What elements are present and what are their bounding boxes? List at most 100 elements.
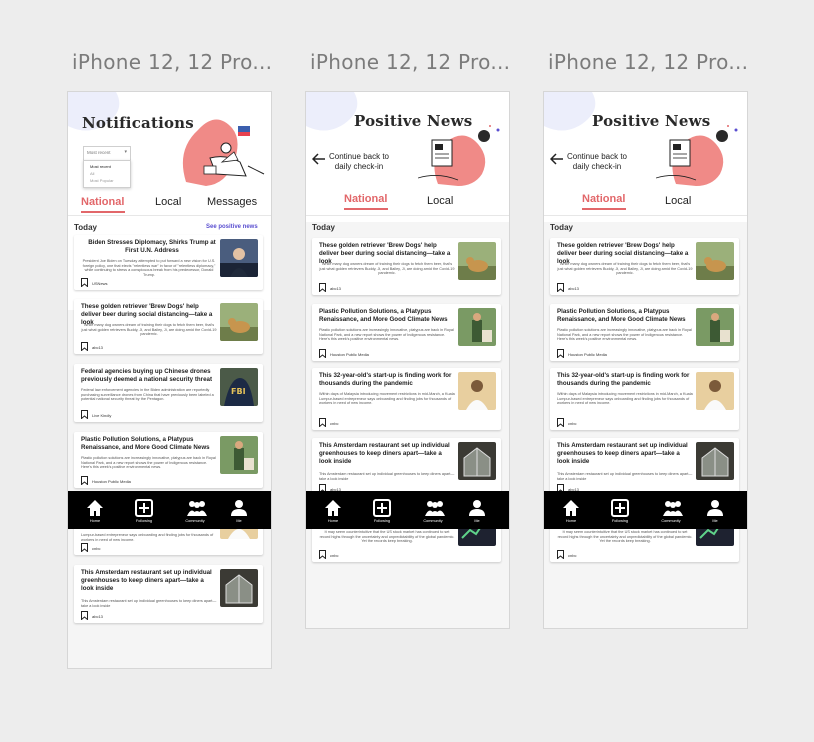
nav-community[interactable]: Community	[175, 491, 215, 529]
tab-local[interactable]: Local	[427, 195, 453, 207]
bookmark-icon[interactable]	[557, 349, 564, 358]
nav-home[interactable]: Home	[75, 491, 115, 529]
nav-label: Community	[661, 519, 681, 523]
illustration-person-reading	[418, 125, 500, 186]
bookmark-icon[interactable]	[557, 283, 564, 292]
news-card[interactable]: This Amsterdam restaurant set up individ…	[74, 565, 263, 623]
news-card[interactable]: These golden retriever 'Brew Dogs' help …	[312, 238, 501, 295]
phone-frame-positive-news: Positive News Continue back to daily che…	[305, 91, 510, 629]
nav-community[interactable]: Community	[413, 491, 453, 529]
bookmark-icon[interactable]	[319, 349, 326, 358]
card-headline: This Amsterdam restaurant set up individ…	[557, 442, 688, 465]
nav-following[interactable]: Following	[124, 491, 164, 529]
news-card[interactable]: These golden retriever 'Brew Dogs' help …	[550, 238, 739, 295]
nav-label: Me	[474, 519, 480, 523]
divider	[544, 215, 747, 216]
card-source: USNews	[92, 281, 108, 286]
news-card[interactable]: This Amsterdam restaurant set up individ…	[312, 438, 501, 496]
card-headline: Plastic Pollution Solutions, a Platypus …	[557, 308, 686, 323]
back-arrow-icon[interactable]	[550, 153, 564, 165]
card-body: This Amsterdam restaurant set up individ…	[557, 472, 693, 481]
tab-local[interactable]: Local	[665, 195, 691, 207]
nav-home[interactable]: Home	[551, 491, 591, 529]
card-headline: Plastic Pollution Solutions, a Platypus …	[319, 308, 448, 323]
bookmark-icon[interactable]	[557, 418, 564, 427]
nav-me[interactable]: Me	[219, 491, 259, 529]
sort-option-most-popular[interactable]: Most Popular	[90, 178, 114, 183]
bookmark-icon[interactable]	[319, 550, 326, 559]
bottom-nav: Home Following Community Me	[68, 491, 271, 529]
card-source: cnbc	[330, 421, 339, 426]
card-body: Lumpur-based entrepreneur says onboardin…	[81, 533, 214, 542]
nav-following[interactable]: Following	[600, 491, 640, 529]
see-positive-news-link[interactable]: See positive news	[206, 224, 258, 230]
card-headline: This 32-year-old's start-up is finding w…	[557, 372, 690, 387]
sort-menu: Most recent All Most Popular	[83, 160, 131, 188]
tab-national[interactable]: National	[81, 196, 124, 208]
thumb-plastic	[696, 308, 734, 346]
thumb-woman	[458, 372, 496, 410]
card-source: Houston Public Media	[568, 352, 607, 357]
news-card[interactable]: This 32-year-old's start-up is finding w…	[550, 368, 739, 430]
home-icon	[87, 500, 103, 516]
back-link[interactable]: Continue back to daily check-in	[328, 152, 390, 172]
news-card[interactable]: Federal agencies buying up Chinese drone…	[74, 364, 263, 422]
nav-label: Following	[135, 519, 153, 523]
card-source: abc13	[330, 286, 341, 291]
community-icon	[425, 501, 445, 516]
plus-square-icon	[135, 499, 153, 517]
back-link[interactable]: Continue back to daily check-in	[566, 152, 628, 172]
card-source: Houston Public Media	[92, 479, 131, 484]
frame-title: iPhone 12, 12 Pro...	[310, 50, 511, 74]
card-body: Within days of Malaysia introducing move…	[557, 392, 693, 406]
nav-me[interactable]: Me	[457, 491, 497, 529]
nav-me[interactable]: Me	[695, 491, 735, 529]
bookmark-icon[interactable]	[81, 410, 88, 419]
card-source: abc13	[92, 345, 103, 350]
thumb-dog	[458, 242, 496, 280]
bookmark-icon[interactable]	[81, 278, 88, 287]
thumb-fbi: FBI	[220, 368, 258, 406]
nav-label: Following	[611, 519, 629, 523]
bookmark-icon[interactable]	[319, 283, 326, 292]
bookmark-icon[interactable]	[81, 476, 88, 485]
nav-community[interactable]: Community	[651, 491, 691, 529]
nav-label: Home	[89, 519, 101, 523]
bottom-nav: Home Following Community Me	[544, 491, 747, 529]
tab-messages[interactable]: Messages	[207, 196, 257, 208]
bookmark-icon[interactable]	[81, 342, 88, 351]
sort-option-all[interactable]: All	[90, 171, 94, 176]
thumb-greenhouse	[458, 442, 496, 480]
card-source: Houston Public Media	[330, 352, 369, 357]
news-card[interactable]: This Amsterdam restaurant set up individ…	[550, 438, 739, 496]
thumb-greenhouse	[220, 569, 258, 607]
frame-title: iPhone 12, 12 Pro...	[548, 50, 749, 74]
card-source: cnbc	[330, 553, 339, 558]
nav-home[interactable]: Home	[313, 491, 353, 529]
nav-label: Me	[712, 519, 718, 523]
sort-option-most-recent[interactable]: Most recent	[90, 164, 111, 169]
thumb-plastic	[220, 436, 258, 474]
news-card[interactable]: These golden retriever 'Brew Dogs' help …	[74, 299, 263, 354]
bookmark-icon[interactable]	[81, 543, 88, 552]
tab-national[interactable]: National	[344, 193, 387, 205]
tab-local[interactable]: Local	[155, 196, 181, 208]
card-source: Live Kindly	[92, 413, 112, 418]
phone-frame-notifications: Notifications Most recent ▾ Most recent …	[67, 91, 272, 669]
community-icon	[663, 501, 683, 516]
news-card[interactable]: Plastic Pollution Solutions, a Platypus …	[312, 304, 501, 361]
news-card[interactable]: Plastic Pollution Solutions, a Platypus …	[550, 304, 739, 361]
divider	[68, 215, 271, 216]
illustration-person-reading	[656, 125, 738, 186]
news-card[interactable]: Plastic Pollution Solutions, a Platypus …	[74, 432, 263, 488]
bookmark-icon[interactable]	[319, 418, 326, 427]
thumb-woman	[696, 372, 734, 410]
back-arrow-icon[interactable]	[312, 153, 326, 165]
bookmark-icon[interactable]	[557, 550, 564, 559]
tab-national[interactable]: National	[582, 193, 625, 205]
sort-dropdown[interactable]: Most recent ▾	[83, 146, 131, 161]
bookmark-icon[interactable]	[81, 611, 88, 620]
news-card[interactable]: Biden Stresses Diplomacy, Shirks Trump a…	[74, 235, 263, 290]
news-card[interactable]: This 32-year-old's start-up is finding w…	[312, 368, 501, 430]
nav-following[interactable]: Following	[362, 491, 402, 529]
